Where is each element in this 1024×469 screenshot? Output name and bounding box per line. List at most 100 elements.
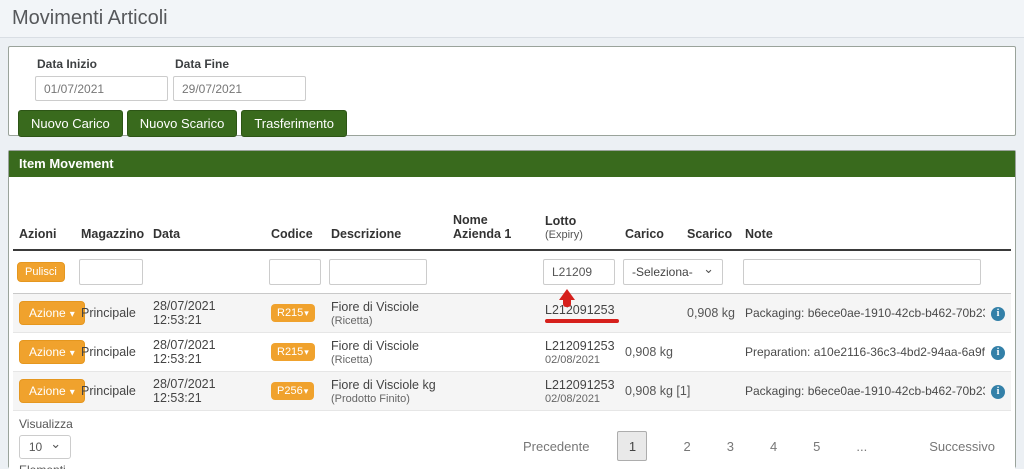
annotation-arrow-up-icon bbox=[559, 289, 575, 300]
nome-azienda-cell bbox=[447, 294, 539, 333]
descrizione-cell: Fiore di Visciole kg bbox=[331, 378, 443, 392]
annotation-underline bbox=[545, 319, 619, 323]
page-header: Movimenti Articoli bbox=[0, 0, 1024, 38]
pagination-ellipsis[interactable]: ... bbox=[856, 439, 867, 454]
col-lotto-label: Lotto bbox=[545, 214, 576, 228]
magazzino-cell: Principale bbox=[75, 294, 147, 333]
caret-down-icon bbox=[303, 307, 309, 319]
item-movement-panel-body: Azioni Magazzino Data Codice Descrizione… bbox=[9, 177, 1015, 469]
pagination-page-3[interactable]: 3 bbox=[727, 439, 734, 454]
codice-filter-input[interactable] bbox=[269, 259, 321, 285]
table-row: Azione Principale 28/07/2021 12:53:21 R2… bbox=[13, 294, 1011, 333]
pagination-page-4[interactable]: 4 bbox=[770, 439, 777, 454]
azione-button[interactable]: Azione bbox=[19, 301, 85, 325]
col-azioni: Azioni bbox=[13, 177, 75, 250]
chevron-down-icon bbox=[50, 440, 61, 454]
elementi-label: Elementi bbox=[19, 463, 73, 469]
date-end-label: Data Fine bbox=[175, 57, 306, 71]
descrizione-filter-input[interactable] bbox=[329, 259, 427, 285]
caret-down-icon bbox=[303, 385, 309, 397]
scarico-cell bbox=[681, 333, 739, 372]
lotto-cell: L212091253 bbox=[545, 339, 615, 353]
codice-badge[interactable]: P256 bbox=[271, 382, 314, 400]
date-start-label: Data Inizio bbox=[37, 57, 168, 71]
data-cell: 28/07/2021 12:53:21 bbox=[147, 294, 265, 333]
caret-down-icon bbox=[66, 384, 75, 398]
col-nome-azienda: Nome Azienda 1 bbox=[447, 177, 539, 250]
pagination-page-1-active[interactable]: 1 bbox=[617, 431, 647, 461]
col-lotto-sub: (Expiry) bbox=[545, 229, 615, 241]
azione-button[interactable]: Azione bbox=[19, 340, 85, 364]
info-icon[interactable] bbox=[991, 346, 1005, 360]
col-magazzino: Magazzino bbox=[75, 177, 147, 250]
page-size-block: Visualizza 10 Elementi bbox=[19, 417, 73, 469]
page-root: Movimenti Articoli Data Inizio Data Fine… bbox=[0, 0, 1024, 468]
pagination-previous[interactable]: Precedente bbox=[523, 439, 590, 454]
nome-azienda-cell bbox=[447, 372, 539, 411]
info-icon[interactable] bbox=[991, 385, 1005, 399]
lotto-cell: L212091253 bbox=[545, 303, 615, 317]
expiry-cell: 02/08/2021 bbox=[545, 354, 615, 366]
col-carico: Carico bbox=[619, 177, 681, 250]
carico-cell bbox=[619, 294, 681, 333]
magazzino-filter-input[interactable] bbox=[79, 259, 143, 285]
item-movement-panel-title: Item Movement bbox=[9, 151, 1015, 177]
nuovo-carico-button[interactable]: Nuovo Carico bbox=[18, 110, 123, 137]
azione-button[interactable]: Azione bbox=[19, 379, 85, 403]
table-row: Azione Principale 28/07/2021 12:53:21 R2… bbox=[13, 333, 1011, 372]
lotto-cell: L212091253 bbox=[545, 378, 615, 392]
col-scarico: Scarico bbox=[681, 177, 739, 250]
note-cell: Packaging: b6ece0ae-1910-42cb-b462-70b23… bbox=[739, 294, 985, 333]
date-fields: Data Inizio Data Fine bbox=[17, 55, 1007, 101]
date-end-input[interactable] bbox=[173, 76, 306, 101]
table-filter-row: Pulisci -Seleziona- bbox=[13, 250, 1011, 294]
pagination-page-2[interactable]: 2 bbox=[683, 439, 690, 454]
note-cell: Preparation: a10e2116-36c3-4bd2-94aa-6a9… bbox=[739, 333, 985, 372]
magazzino-cell: Principale bbox=[75, 372, 147, 411]
col-descrizione: Descrizione bbox=[325, 177, 447, 250]
action-buttons: Nuovo Carico Nuovo Scarico Trasferimento bbox=[17, 110, 1007, 137]
table-row: Azione Principale 28/07/2021 12:53:21 P2… bbox=[13, 372, 1011, 411]
col-note: Note bbox=[739, 177, 985, 250]
codice-badge[interactable]: R215 bbox=[271, 304, 315, 322]
item-movement-panel: Item Movement Azioni Magazzino Data Codi… bbox=[8, 150, 1016, 468]
descrizione-cell: Fiore di Visciole bbox=[331, 300, 443, 314]
descrizione-tipo: (Ricetta) bbox=[331, 315, 443, 327]
lotto-filter-input[interactable] bbox=[543, 259, 615, 285]
data-cell: 28/07/2021 12:53:21 bbox=[147, 372, 265, 411]
caret-down-icon bbox=[66, 345, 75, 359]
table-footer: Visualizza 10 Elementi Precedente 1 2 3 … bbox=[13, 411, 1011, 469]
scarico-cell: 0,908 kg bbox=[681, 294, 739, 333]
pagination-page-5[interactable]: 5 bbox=[813, 439, 820, 454]
carico-cell: 0,908 kg bbox=[619, 333, 681, 372]
nome-azienda-cell bbox=[447, 333, 539, 372]
pagination-next[interactable]: Successivo bbox=[929, 439, 995, 454]
col-data: Data bbox=[147, 177, 265, 250]
info-icon[interactable] bbox=[991, 307, 1005, 321]
page-size-select[interactable]: 10 bbox=[19, 435, 71, 459]
carico-filter-select[interactable]: -Seleziona- bbox=[623, 259, 723, 285]
note-cell: Packaging: b6ece0ae-1910-42cb-b462-70b23… bbox=[739, 372, 985, 411]
col-info bbox=[985, 177, 1011, 250]
chevron-down-icon bbox=[703, 265, 714, 279]
pulisci-button[interactable]: Pulisci bbox=[17, 262, 65, 282]
note-filter-input[interactable] bbox=[743, 259, 981, 285]
descrizione-tipo: (Ricetta) bbox=[331, 354, 443, 366]
date-filter-panel: Data Inizio Data Fine Nuovo Carico Nuovo… bbox=[8, 46, 1016, 136]
table-header: Azioni Magazzino Data Codice Descrizione… bbox=[13, 177, 1011, 250]
caret-down-icon bbox=[303, 346, 309, 358]
carico-cell: 0,908 kg [1] bbox=[619, 372, 681, 411]
codice-badge[interactable]: R215 bbox=[271, 343, 315, 361]
page-size-value: 10 bbox=[29, 440, 42, 454]
trasferimento-button[interactable]: Trasferimento bbox=[241, 110, 347, 137]
col-lotto: Lotto(Expiry) bbox=[539, 177, 619, 250]
movements-table: Azioni Magazzino Data Codice Descrizione… bbox=[13, 177, 1011, 411]
date-start-group: Data Inizio bbox=[35, 55, 168, 101]
date-start-input[interactable] bbox=[35, 76, 168, 101]
pagination: Precedente 1 2 3 4 5 ... Successivo bbox=[523, 431, 995, 461]
date-end-group: Data Fine bbox=[173, 55, 306, 101]
nuovo-scarico-button[interactable]: Nuovo Scarico bbox=[127, 110, 238, 137]
caret-down-icon bbox=[66, 306, 75, 320]
descrizione-cell: Fiore di Visciole bbox=[331, 339, 443, 353]
data-cell: 28/07/2021 12:53:21 bbox=[147, 333, 265, 372]
